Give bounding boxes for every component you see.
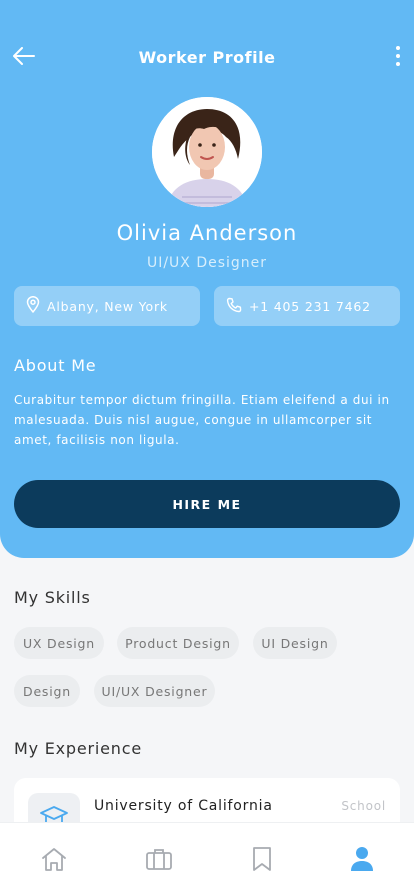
more-vertical-icon (396, 46, 400, 70)
about-title: About Me (14, 356, 97, 375)
bottom-tab-bar (0, 822, 414, 896)
skill-chip[interactable]: Design (14, 675, 80, 707)
tab-jobs[interactable] (141, 845, 177, 877)
phone-icon (226, 297, 249, 316)
user-icon (350, 846, 374, 876)
profile-role: UI/UX Designer (146, 255, 268, 271)
tab-profile[interactable] (344, 845, 380, 877)
phone-text: +1 405 231 7462 (249, 298, 371, 314)
tab-home[interactable] (36, 845, 72, 877)
skills-title: My Skills (14, 588, 91, 607)
skill-chip[interactable]: Product Design (117, 627, 239, 659)
skill-chip[interactable]: UX Design (14, 627, 104, 659)
bookmark-icon (251, 846, 273, 876)
page-title: Worker Profile (138, 48, 276, 67)
avatar (152, 97, 262, 207)
briefcase-icon (145, 847, 173, 875)
hire-me-button[interactable]: HIRE ME (14, 480, 400, 528)
location-chip[interactable]: Albany, New York (14, 286, 200, 326)
skill-chip[interactable]: UI/UX Designer (94, 675, 215, 707)
experience-type: School (341, 799, 386, 813)
worker-profile-screen: Worker Profile Olivia Anderson UI/UX Des… (0, 0, 414, 896)
home-icon (40, 846, 68, 876)
profile-name: Olivia Anderson (116, 221, 298, 245)
location-text: Albany, New York (47, 298, 168, 314)
skill-chip[interactable]: UI Design (253, 627, 337, 659)
tab-saved[interactable] (244, 845, 280, 877)
phone-chip[interactable]: +1 405 231 7462 (214, 286, 400, 326)
top-bar: Worker Profile (0, 40, 414, 76)
experience-title: My Experience (14, 739, 142, 758)
map-pin-icon (26, 296, 47, 316)
profile-header-panel (0, 0, 414, 558)
about-text: Curabitur tempor dictum fringilla. Etiam… (14, 393, 390, 447)
experience-name: University of California (94, 798, 273, 814)
more-options-button[interactable] (388, 42, 408, 74)
